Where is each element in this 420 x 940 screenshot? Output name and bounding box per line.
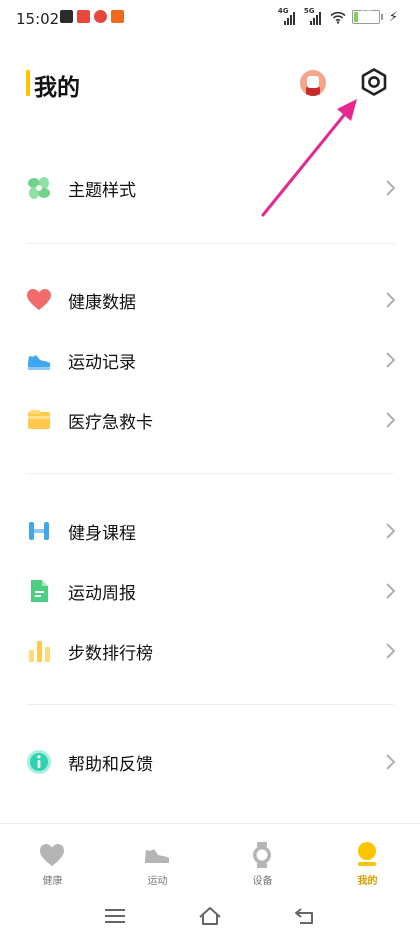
notification-app-icon-2 [77,10,90,23]
home-icon[interactable] [198,905,222,927]
tab-devices[interactable]: 设备 [210,824,315,891]
sneaker-icon [28,355,50,370]
menu-item-fitness-courses[interactable]: 健身课程 [0,501,420,561]
tab-label: 运动 [147,876,168,887]
menu-section-health: 健康数据 运动记录 医疗急救卡 [0,270,420,450]
menu-item-label: 主题样式 [68,181,136,201]
theme-icon [28,177,50,199]
menu-item-label: 步数排行榜 [68,644,153,664]
watch-icon [253,842,271,868]
tab-me[interactable]: 我的 [315,824,420,891]
menu-section-support: 帮助和反馈 [0,732,420,792]
heart-icon [40,844,64,866]
info-icon [27,750,51,774]
notification-app-icon-4 [111,10,124,23]
signal-5g-icon: 5G [304,7,324,25]
menu-item-theme[interactable]: 主题样式 [0,158,420,218]
sneaker-icon [145,849,169,863]
chevron-right-icon [386,643,396,659]
settings-icon[interactable] [359,67,389,97]
menu-item-step-leaderboard[interactable]: 步数排行榜 [0,621,420,681]
menu-section-fitness: 健身课程 运动周报 步数排行榜 [0,501,420,681]
signal-4g-icon: 4G [278,7,298,25]
menu-item-label: 健康数据 [68,293,136,313]
menu-icon[interactable] [103,905,127,927]
bar-chart-icon [29,641,50,662]
menu-item-label: 运动周报 [68,584,136,604]
menu-item-label: 健身课程 [68,524,136,544]
menu-item-weekly-report[interactable]: 运动周报 [0,561,420,621]
section-divider [26,704,394,705]
chevron-right-icon [386,292,396,308]
bottom-navigation: 健康 运动 设备 我的 [0,823,420,891]
status-time: 15:02 [16,10,60,28]
chevron-right-icon [386,180,396,196]
menu-item-label: 医疗急救卡 [68,413,153,433]
menu-item-help-feedback[interactable]: 帮助和反馈 [0,732,420,792]
battery-level: 17 [359,10,373,20]
chevron-right-icon [386,583,396,599]
menu-item-medical-card[interactable]: 医疗急救卡 [0,390,420,450]
report-icon [31,580,48,602]
menu-item-label: 帮助和反馈 [68,755,153,775]
chevron-right-icon [386,352,396,368]
menu-item-workout-records[interactable]: 运动记录 [0,330,420,390]
chevron-right-icon [386,523,396,539]
status-bar: 15:02 4G 5G 17 ⚡ [0,0,420,38]
battery-icon: 17 [351,10,380,24]
tab-label: 健康 [42,876,63,887]
tab-label: 我的 [357,876,378,887]
title-accent-bar [26,70,30,96]
wifi-icon [330,11,346,24]
system-navigation-bar [0,890,420,940]
weibo-icon [94,10,107,23]
card-icon [28,410,50,429]
dumbbell-icon [29,522,49,540]
section-divider [26,473,394,474]
person-icon [358,842,376,866]
menu-item-label: 运动记录 [68,353,136,373]
chevron-right-icon [386,412,396,428]
tab-label: 设备 [252,876,273,887]
charging-icon: ⚡ [388,9,398,25]
tab-exercise[interactable]: 运动 [105,824,210,891]
notification-icons [60,10,124,23]
chevron-right-icon [386,754,396,770]
menu-section-appearance: 主题样式 [0,158,420,218]
page-title: 我的 [34,75,80,101]
tab-health[interactable]: 健康 [0,824,105,891]
notification-app-icon-1 [60,10,73,23]
heart-icon [27,289,51,310]
back-icon[interactable] [293,905,317,927]
section-divider [26,243,394,244]
menu-item-health-data[interactable]: 健康数据 [0,270,420,330]
avatar[interactable] [300,70,326,96]
